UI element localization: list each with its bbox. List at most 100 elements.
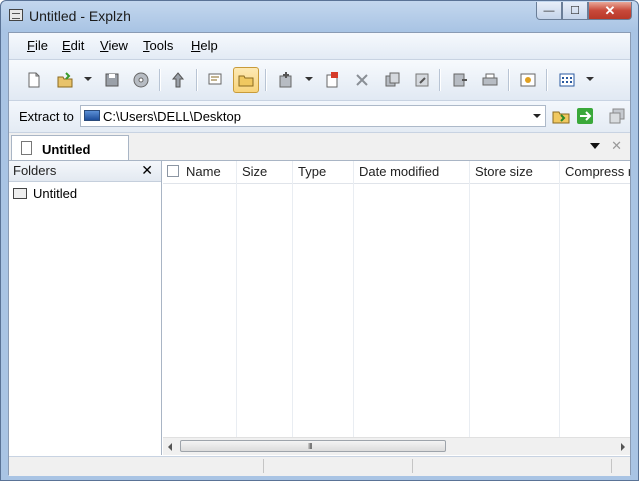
caption-buttons: — ☐ ✕	[536, 2, 632, 20]
app-icon[interactable]	[9, 9, 23, 21]
view-icon	[208, 73, 222, 85]
tab-strip: Untitled ✕	[9, 133, 630, 161]
folder-tree-label: Untitled	[33, 186, 78, 201]
extract-to-label: Extract to	[19, 109, 74, 124]
menu-edit[interactable]: Edit	[62, 38, 84, 53]
folders-close-button[interactable]: ✕	[141, 162, 153, 179]
attach-icon	[415, 73, 429, 87]
sfx-icon	[520, 73, 536, 87]
folders-title: Folders	[13, 163, 57, 178]
main-window: Untitled - Explzh — ☐ ✕ File Edit View T…	[0, 0, 639, 481]
column-type[interactable]: Type	[298, 161, 353, 183]
status-bar	[9, 456, 630, 476]
file-list[interactable]: Name Size Type Date modified Store size …	[163, 161, 630, 455]
horizontal-scrollbar[interactable]: III	[163, 437, 630, 455]
arrow-right-icon	[577, 108, 593, 124]
burn-button[interactable]	[128, 67, 154, 93]
folder-view-icon	[238, 75, 254, 87]
menu-edit-label: dit	[70, 38, 85, 53]
burn-icon	[133, 72, 149, 88]
menu-help-label: elp	[200, 38, 218, 53]
copy-icon	[385, 72, 400, 87]
chevron-down-icon[interactable]	[533, 114, 541, 118]
tab-untitled[interactable]: Untitled	[11, 135, 129, 160]
menu-edit-mnemonic: E	[62, 38, 71, 53]
menu-file-mnemonic: F	[27, 38, 35, 53]
open-archive-icon	[57, 72, 73, 88]
minimize-button[interactable]: —	[536, 2, 562, 20]
menu-view-label: iew	[108, 38, 128, 53]
menu-file-label: ile	[34, 38, 48, 53]
tab-close-button[interactable]: ✕	[611, 138, 622, 154]
menu-file[interactable]: File	[27, 38, 48, 53]
extract-settings-button[interactable]	[606, 105, 628, 127]
folder-view-button[interactable]	[233, 67, 259, 93]
new-archive-button[interactable]	[21, 67, 47, 93]
column-size[interactable]: Size	[242, 161, 292, 183]
toolbar-separator	[546, 69, 548, 91]
scroll-left-arrow[interactable]	[168, 443, 172, 451]
toolbar-separator	[265, 69, 267, 91]
extract-icon	[171, 72, 185, 88]
print-button[interactable]	[447, 67, 473, 93]
toolbar	[9, 60, 630, 101]
tab-menu-dropdown-icon[interactable]	[590, 143, 600, 149]
delete-button[interactable]	[349, 67, 375, 93]
scroll-right-arrow[interactable]	[621, 443, 625, 451]
close-button[interactable]: ✕	[588, 2, 632, 20]
list-view-button[interactable]	[554, 67, 580, 93]
split-icon	[326, 72, 338, 88]
archive-icon	[13, 188, 27, 199]
add-button[interactable]	[273, 67, 299, 93]
new-archive-icon	[28, 72, 40, 88]
desktop-icon	[84, 110, 100, 121]
print-setup-icon	[482, 73, 498, 86]
open-archive-button[interactable]	[52, 67, 78, 93]
column-compress-ratio[interactable]: Compress ratio	[565, 161, 630, 183]
browse-folder-button[interactable]	[550, 105, 572, 127]
client-area: File Edit View Tools Help Extract to C:\…	[8, 32, 631, 476]
maximize-button[interactable]: ☐	[562, 2, 588, 20]
copy-button[interactable]	[379, 67, 405, 93]
menu-tools[interactable]: Tools	[143, 38, 173, 53]
menu-view[interactable]: View	[100, 38, 128, 53]
extract-button[interactable]	[165, 67, 191, 93]
column-name[interactable]: Name	[186, 161, 234, 183]
folder-icon	[552, 111, 570, 124]
status-panel	[413, 459, 612, 473]
print-setup-button[interactable]	[477, 67, 503, 93]
toolbar-separator	[508, 69, 510, 91]
column-date-modified[interactable]: Date modified	[359, 161, 469, 183]
extract-bar: Extract to C:\Users\DELL\Desktop	[9, 101, 630, 133]
toolbar-separator	[196, 69, 198, 91]
extract-path-value[interactable]: C:\Users\DELL\Desktop	[103, 109, 241, 124]
window-title: Untitled - Explzh	[29, 8, 131, 24]
status-panel	[264, 459, 413, 473]
extract-path-combo[interactable]: C:\Users\DELL\Desktop	[80, 105, 546, 127]
save-icon	[105, 73, 119, 87]
sfx-button[interactable]	[515, 67, 541, 93]
menu-tools-label: ools	[149, 38, 174, 53]
view-dropdown-arrow[interactable]	[586, 77, 594, 81]
toolbar-separator	[159, 69, 161, 91]
title-bar[interactable]: Untitled - Explzh — ☐ ✕	[1, 1, 638, 32]
go-extract-button[interactable]	[574, 105, 596, 127]
extract-settings-icon	[609, 108, 625, 124]
menu-bar: File Edit View Tools Help	[9, 33, 630, 60]
column-store-size[interactable]: Store size	[475, 161, 559, 183]
split-button[interactable]	[319, 67, 345, 93]
folders-pane-header: Folders ✕	[9, 161, 161, 182]
column-divider	[353, 161, 354, 439]
save-button[interactable]	[99, 67, 125, 93]
attach-button[interactable]	[409, 67, 435, 93]
status-panel	[9, 459, 264, 473]
add-dropdown-arrow[interactable]	[305, 77, 313, 81]
view-button[interactable]	[202, 67, 228, 93]
menu-help[interactable]: Help	[191, 38, 218, 53]
select-all-checkbox[interactable]	[167, 165, 179, 177]
open-dropdown-arrow[interactable]	[84, 77, 92, 81]
scrollbar-thumb[interactable]: III	[180, 440, 446, 452]
list-view-icon	[559, 73, 575, 87]
tab-label: Untitled	[42, 142, 91, 157]
column-divider	[469, 161, 470, 439]
